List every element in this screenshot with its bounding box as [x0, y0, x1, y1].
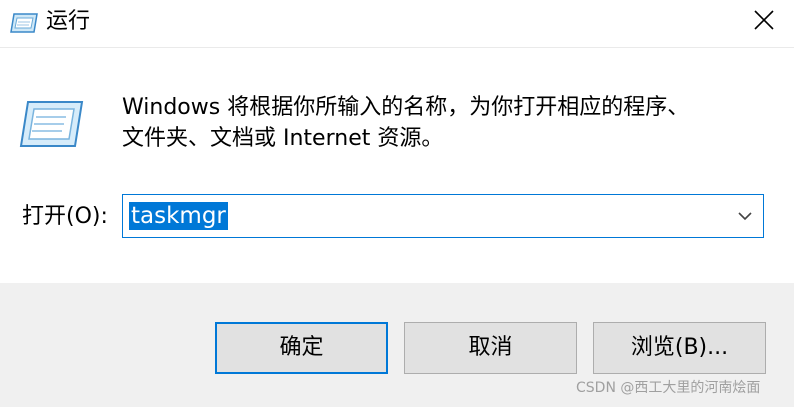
run-icon [10, 11, 38, 35]
close-button[interactable] [734, 0, 794, 44]
window-title: 运行 [46, 9, 91, 34]
ok-button[interactable]: 确定 [215, 322, 388, 374]
description-line-1: Windows 将根据你所输入的名称，为你打开相应的程序、 [122, 95, 690, 120]
open-combobox[interactable]: taskmgr [122, 194, 764, 238]
title-bar: 运行 [0, 0, 794, 48]
chevron-down-icon[interactable] [735, 207, 755, 225]
cancel-button[interactable]: 取消 [404, 322, 577, 374]
description-line-2: 文件夹、文档或 Internet 资源。 [122, 126, 444, 151]
browse-button[interactable]: 浏览(B)... [593, 322, 766, 374]
run-dialog-icon [18, 96, 84, 152]
open-input[interactable]: taskmgr [129, 202, 228, 230]
watermark: CSDN @西工大里的河南烩面 [576, 380, 761, 396]
close-icon [753, 9, 775, 35]
open-label: 打开(O): [22, 204, 108, 229]
description: Windows 将根据你所输入的名称，为你打开相应的程序、 文件夹、文档或 In… [122, 92, 772, 154]
